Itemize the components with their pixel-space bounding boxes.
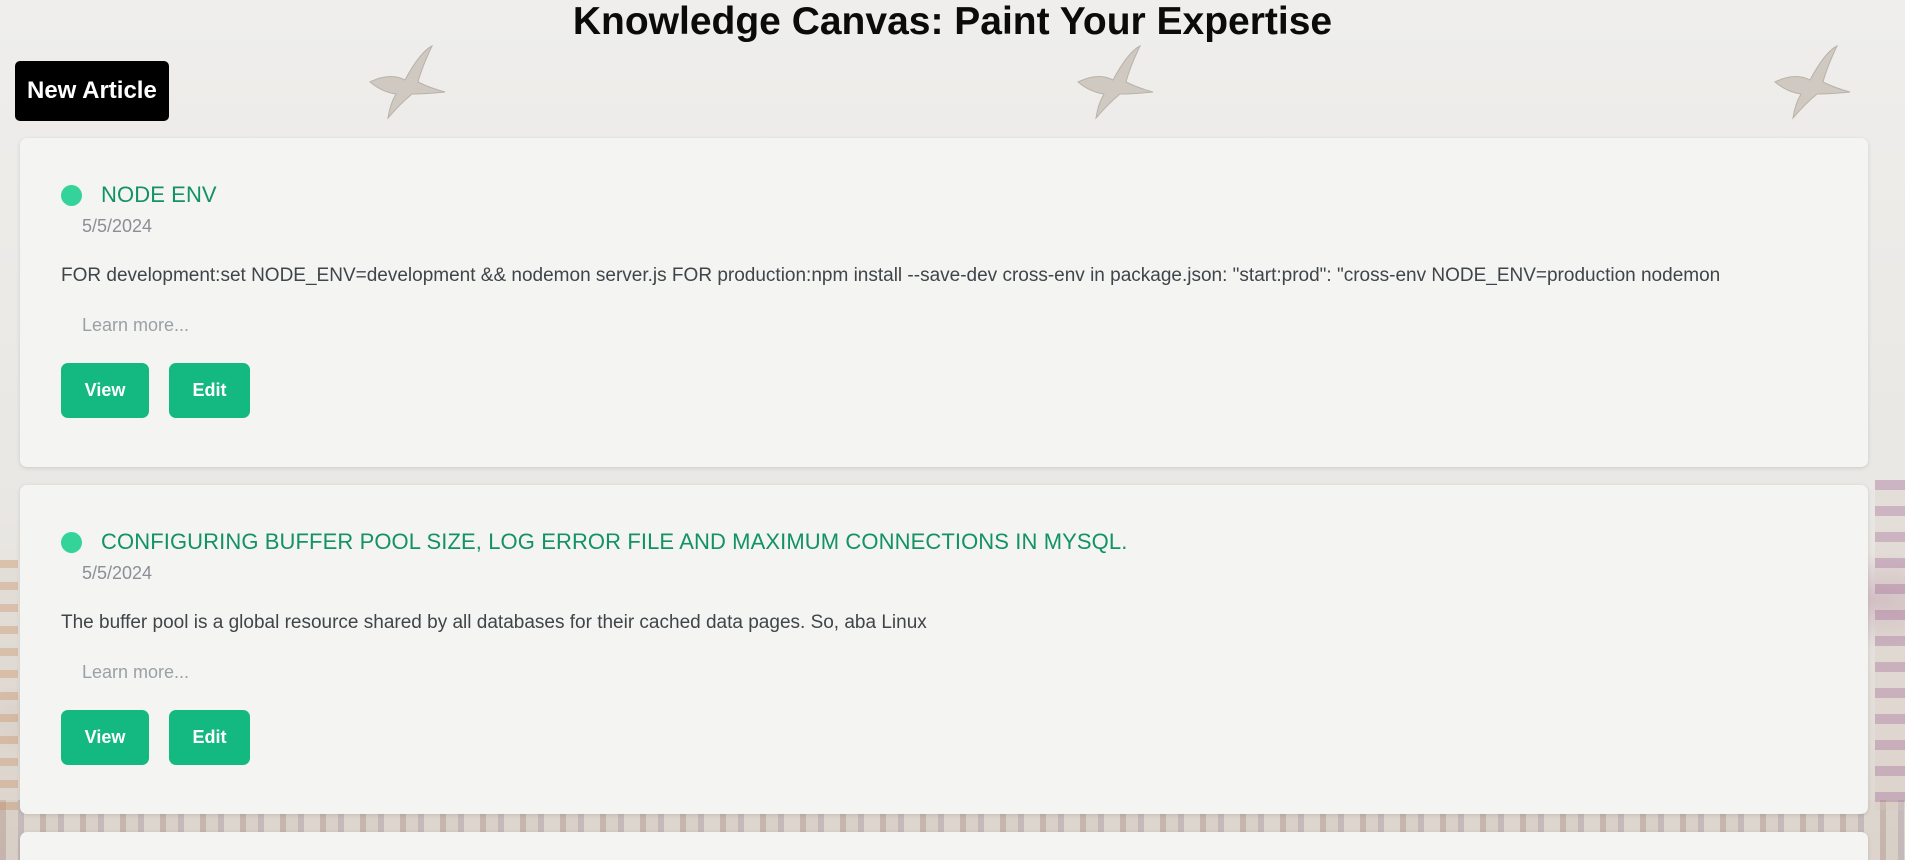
article-card-partial (20, 832, 1868, 860)
article-title[interactable]: NODE ENV (101, 182, 217, 208)
article-header: CONFIGURING BUFFER POOL SIZE, LOG ERROR … (61, 527, 1828, 557)
floral-pattern-left (0, 560, 18, 810)
article-card: CONFIGURING BUFFER POOL SIZE, LOG ERROR … (20, 485, 1868, 814)
edit-button[interactable]: Edit (169, 710, 250, 765)
view-button[interactable]: View (61, 710, 149, 765)
article-excerpt: FOR development:set NODE_ENV=development… (61, 265, 1721, 286)
page-title: Knowledge Canvas: Paint Your Expertise (572, 0, 1333, 43)
bird-icon (1774, 44, 1851, 120)
learn-more-link[interactable]: Learn more... (82, 315, 1828, 336)
learn-more-link[interactable]: Learn more... (82, 662, 1828, 683)
edit-button[interactable]: Edit (169, 363, 250, 418)
article-date: 5/5/2024 (82, 563, 153, 583)
view-button[interactable]: View (61, 363, 149, 418)
article-list: NODE ENV 5/5/2024 FOR development:set NO… (20, 138, 1868, 860)
bird-icon (1077, 44, 1154, 120)
article-date: 5/5/2024 (82, 216, 153, 236)
article-actions: View Edit (61, 710, 1828, 765)
bird-icon (369, 44, 446, 120)
article-card: NODE ENV 5/5/2024 FOR development:set NO… (20, 138, 1868, 467)
status-dot-icon (61, 531, 82, 553)
new-article-button[interactable]: New Article (15, 61, 169, 121)
article-title[interactable]: CONFIGURING BUFFER POOL SIZE, LOG ERROR … (101, 529, 1127, 555)
status-dot-icon (61, 184, 82, 206)
article-header: NODE ENV (61, 180, 1828, 210)
floral-pattern-right (1875, 480, 1905, 810)
article-actions: View Edit (61, 363, 1828, 418)
article-excerpt: The buffer pool is a global resource sha… (61, 612, 927, 633)
